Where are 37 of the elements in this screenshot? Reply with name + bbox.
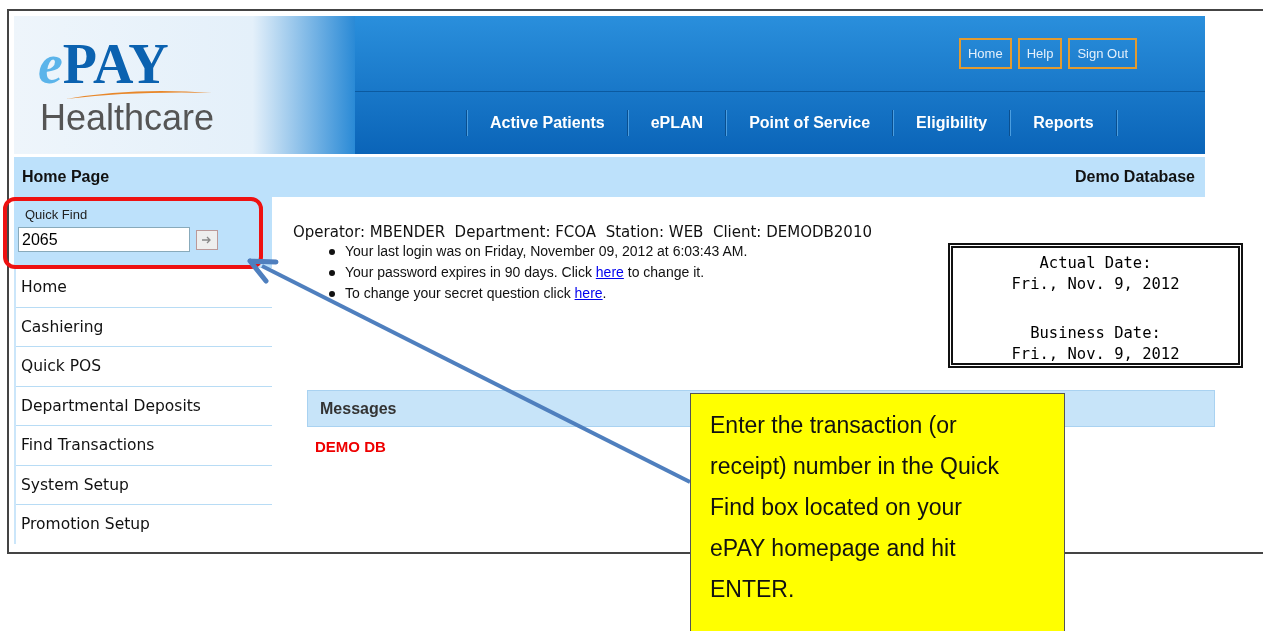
date-value: Fri., Nov. 9, 2012 [1011, 344, 1180, 365]
sidebar-item[interactable]: Departmental Deposits [16, 385, 272, 425]
callout-note: Enter the transaction (or receipt) number in the Quick Find box located on your ePAY homepage and hit ENTER. [690, 393, 1065, 631]
sidebar-item[interactable]: Home [16, 267, 272, 307]
nav-tab[interactable]: Reports [1011, 114, 1116, 132]
message-text: DEMO DB [315, 438, 387, 455]
logo-tagline: Healthcare [40, 98, 215, 138]
header-link[interactable]: Home [958, 38, 1012, 69]
go-button[interactable] [196, 229, 218, 250]
sidebar-item[interactable]: Quick POS [16, 346, 272, 386]
nav-tab[interactable]: Eligibility [894, 114, 1010, 132]
bullet-icon [329, 248, 335, 255]
nav-tab[interactable]: ePLAN [628, 114, 726, 132]
here-link[interactable]: here [595, 264, 624, 280]
quick-find-label: Quick Find [25, 207, 89, 222]
database-label: Demo Database [1074, 168, 1195, 186]
notice-text: Your last login was on Friday, November 09, 2012 at 6:03:43 AM. [345, 242, 748, 261]
notice-text: Your password expires in 90 days. Click here to change it. [345, 263, 705, 282]
sidebar-item[interactable]: Find Transactions [16, 425, 272, 465]
session-info: Operator: MBENDER Department: FCOA Station: WEB Client: DEMODB2010 [293, 223, 872, 241]
date-value: Fri., Nov. 9, 2012 [1011, 274, 1180, 295]
arrow-icon [202, 235, 212, 244]
notice-text: To change your secret question click here. [345, 284, 607, 303]
date-label: Business Date: [1030, 323, 1161, 344]
bullet-icon [329, 269, 335, 276]
sidebar-item[interactable]: Cashiering [16, 306, 272, 346]
sidebar-item[interactable]: Promotion Setup [16, 504, 272, 544]
nav-tab[interactable]: Active Patients [468, 114, 627, 132]
sidebar-item[interactable]: System Setup [16, 464, 272, 504]
date-label: Actual Date: [1039, 253, 1152, 274]
nav-tab[interactable]: Point of Service [727, 114, 893, 132]
quick-find-field[interactable]: 2065 [18, 227, 190, 252]
header-link[interactable]: Sign Out [1068, 38, 1137, 69]
here-link[interactable]: here [574, 285, 603, 301]
bullet-icon [329, 290, 335, 297]
page-title: Home Page [22, 168, 110, 186]
logo-wordmark: ePAY [38, 40, 169, 88]
